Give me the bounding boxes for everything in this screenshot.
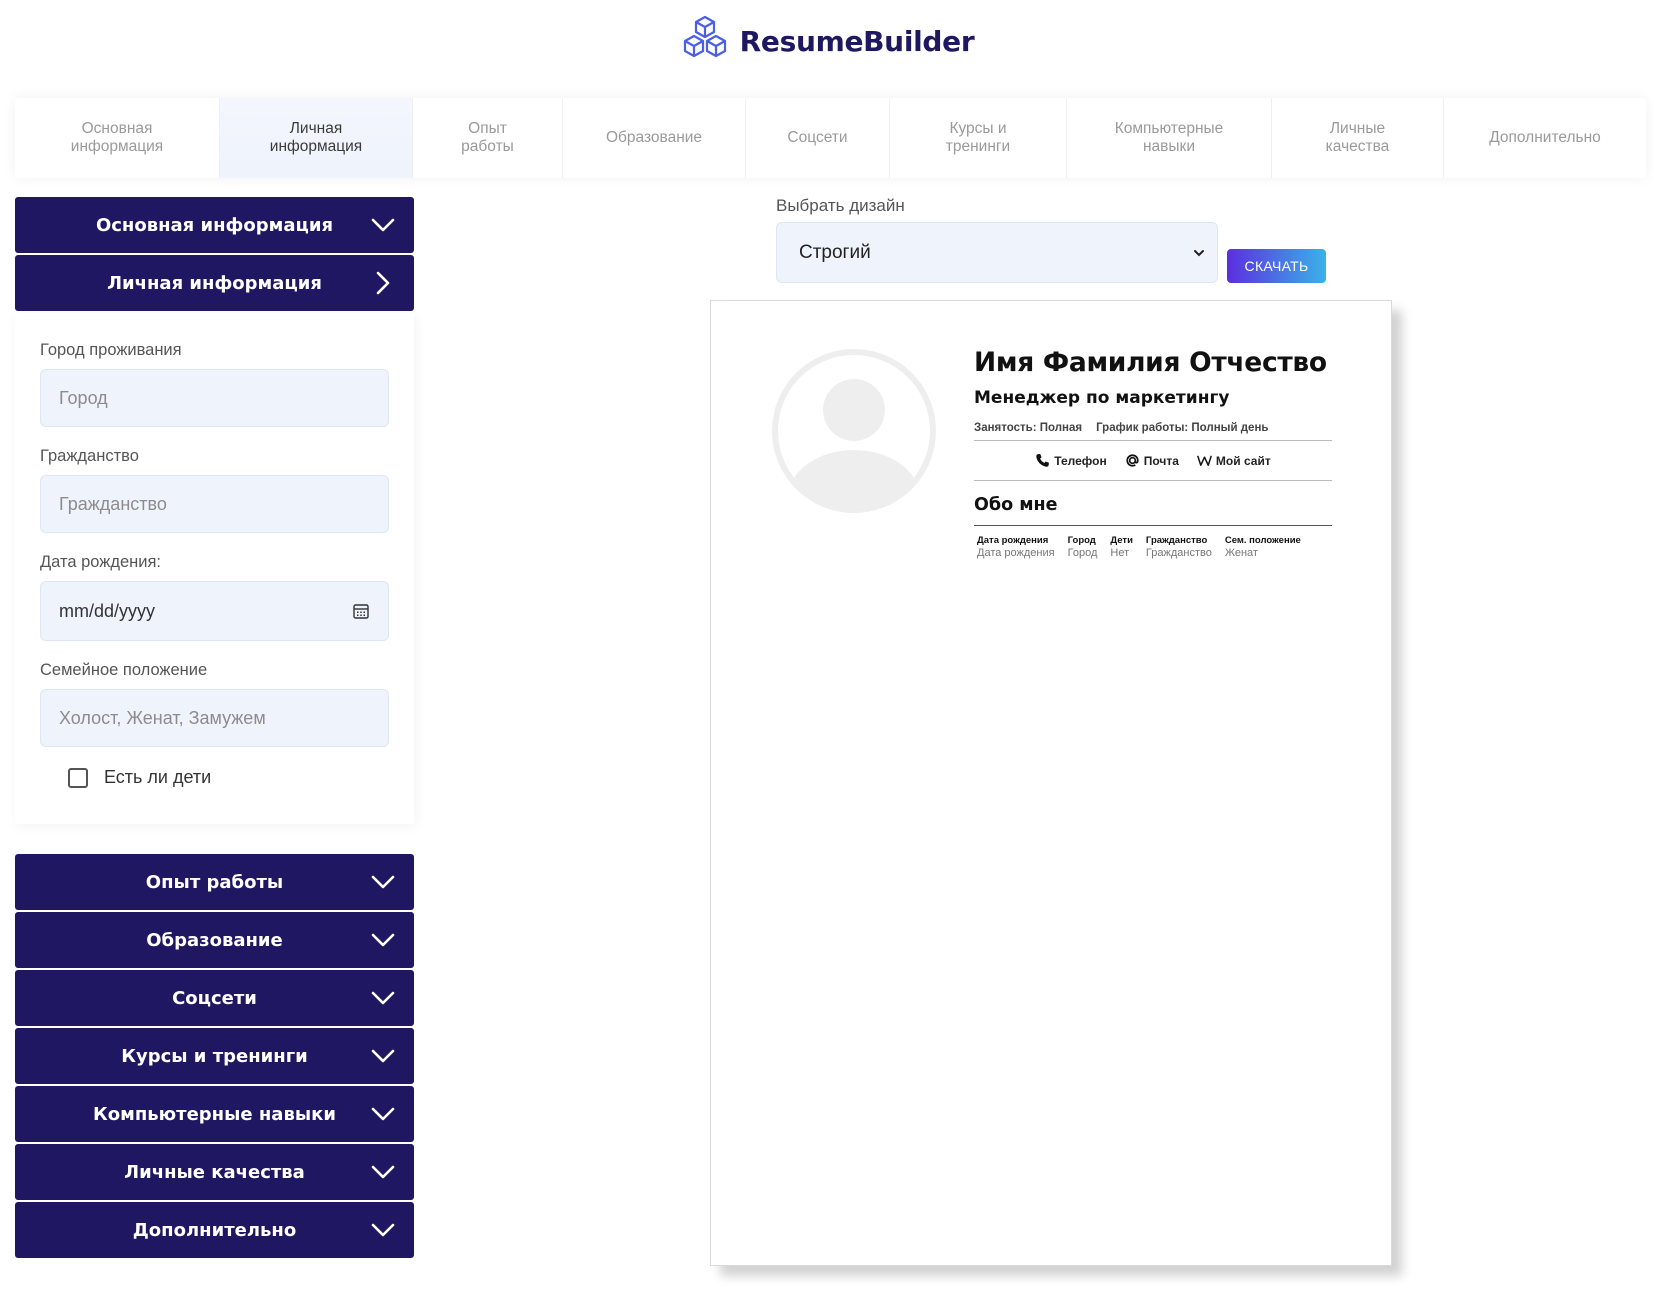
- table-header: Дети: [1110, 535, 1133, 546]
- resume-employment-row: Занятость: Полная График работы: Полный …: [974, 422, 1332, 441]
- accordion-basic-info[interactable]: Основная информация: [15, 197, 414, 253]
- accordion-work-experience[interactable]: Опыт работы: [15, 854, 414, 910]
- tab-additional[interactable]: Дополнительно: [1444, 98, 1646, 178]
- table-value: Дата рождения: [977, 547, 1055, 559]
- chevron-down-icon: [371, 1223, 395, 1237]
- contact-phone: Телефон: [1035, 453, 1107, 468]
- resume-position: Менеджер по маркетингу: [974, 388, 1230, 408]
- accordion-courses[interactable]: Курсы и тренинги: [15, 1028, 414, 1084]
- table-header: Гражданство: [1145, 535, 1208, 546]
- table-header: Дата рождения: [977, 535, 1049, 546]
- tab-courses[interactable]: Курсы и тренинги: [890, 98, 1067, 178]
- tab-work-experience[interactable]: Опыт работы: [413, 98, 563, 178]
- chevron-down-icon: [371, 1107, 395, 1121]
- accordion-social[interactable]: Соцсети: [15, 970, 414, 1026]
- resume-schedule: График работы: Полный день: [1096, 422, 1269, 434]
- avatar-placeholder-icon: [772, 349, 936, 513]
- table-value: Женат: [1224, 547, 1258, 559]
- accordion-label: Личные качества: [124, 1161, 305, 1183]
- chevron-down-icon: [371, 991, 395, 1005]
- table-column: Дети Нет: [1110, 535, 1133, 559]
- resume-name: Имя Фамилия Отчество: [974, 347, 1327, 378]
- app-header: ResumeBuilder: [0, 0, 1654, 82]
- table-value: Город: [1067, 547, 1098, 559]
- section-tabs: Основная информация Личная информация Оп…: [15, 98, 1646, 178]
- chevron-down-icon: [371, 933, 395, 947]
- tab-personal-qualities[interactable]: Личные качества: [1272, 98, 1444, 178]
- app-name: ResumeBuilder: [739, 24, 975, 58]
- table-column: Город Город: [1068, 535, 1098, 559]
- birthdate-value: mm/dd/yyyy: [59, 600, 156, 621]
- contact-site-label: Мой сайт: [1215, 453, 1271, 468]
- table-value: Нет: [1110, 547, 1130, 559]
- accordion-label: Опыт работы: [145, 871, 284, 893]
- accordion-computer-skills[interactable]: Компьютерные навыки: [15, 1086, 414, 1142]
- table-header: Сем. положение: [1224, 535, 1301, 546]
- table-column: Гражданство Гражданство: [1146, 535, 1212, 559]
- resume-personal-table: Дата рождения Дата рождения Город Город …: [974, 535, 1332, 559]
- birthdate-label: Дата рождения:: [40, 553, 161, 571]
- chevron-down-icon: [371, 218, 395, 232]
- phone-icon: [1036, 453, 1050, 467]
- accordion-label: Дополнительно: [132, 1219, 297, 1241]
- chevron-down-icon: [371, 1165, 395, 1179]
- table-header: Город: [1067, 535, 1096, 546]
- cubes-logo-icon: [680, 15, 730, 68]
- city-label: Город проживания: [40, 341, 182, 359]
- chevron-down-icon: [1194, 249, 1204, 256]
- accordion-label: Основная информация: [95, 214, 334, 236]
- citizenship-input[interactable]: Гражданство: [40, 475, 389, 533]
- birthdate-input[interactable]: mm/dd/yyyy: [40, 581, 389, 641]
- resume-employment: Занятость: Полная: [974, 422, 1083, 434]
- tab-social[interactable]: Соцсети: [746, 98, 890, 178]
- accordion-label: Компьютерные навыки: [93, 1103, 336, 1125]
- chevron-down-icon: [371, 875, 395, 889]
- accordion-personal-info[interactable]: Личная информация: [15, 255, 414, 311]
- contact-email-label: Почта: [1143, 453, 1179, 468]
- resume-contacts: Телефон Почта Мой сайт: [974, 441, 1332, 481]
- marital-label: Семейное положение: [40, 661, 208, 679]
- personal-info-panel: Город проживания Город Гражданство Гражд…: [15, 313, 414, 824]
- children-checkbox[interactable]: [68, 767, 88, 788]
- contact-phone-label: Телефон: [1054, 453, 1107, 468]
- logo[interactable]: ResumeBuilder: [680, 15, 975, 68]
- contact-email: Почта: [1125, 453, 1179, 468]
- accordion-additional[interactable]: Дополнительно: [15, 1202, 414, 1258]
- resume-about-title: Обо мне: [974, 495, 1332, 526]
- accordion-label: Образование: [146, 929, 283, 951]
- download-button[interactable]: СКАЧАТЬ: [1227, 249, 1326, 283]
- tab-education[interactable]: Образование: [563, 98, 746, 178]
- table-value: Гражданство: [1145, 547, 1212, 559]
- resume-preview: Имя Фамилия Отчество Менеджер по маркети…: [710, 300, 1392, 1266]
- table-column: Сем. положение Женат: [1225, 535, 1301, 559]
- chevron-right-icon: [376, 271, 390, 295]
- accordion-education[interactable]: Образование: [15, 912, 414, 968]
- accordion-label: Курсы и тренинги: [121, 1045, 308, 1067]
- table-column: Дата рождения Дата рождения: [977, 535, 1055, 559]
- design-select-value: Строгий: [799, 241, 871, 263]
- chevron-down-icon: [371, 1049, 395, 1063]
- w-site-icon: [1196, 455, 1212, 466]
- design-select[interactable]: Строгий: [776, 222, 1218, 283]
- city-input[interactable]: Город: [40, 369, 389, 427]
- marital-input[interactable]: Холост, Женат, Замужем: [40, 689, 389, 747]
- tab-personal-info[interactable]: Личная информация: [220, 98, 413, 178]
- at-sign-icon: [1126, 454, 1139, 467]
- resume-info: Имя Фамилия Отчество Менеджер по маркети…: [974, 347, 1332, 559]
- design-select-label: Выбрать дизайн: [776, 196, 905, 215]
- accordion-label: Соцсети: [172, 987, 257, 1009]
- citizenship-label: Гражданство: [40, 447, 139, 465]
- tab-computer-skills[interactable]: Компьютерные навыки: [1067, 98, 1272, 178]
- accordion-personal-qualities[interactable]: Личные качества: [15, 1144, 414, 1200]
- contact-site: Мой сайт: [1196, 453, 1271, 468]
- sidebar: Основная информация Личная информация Го…: [15, 197, 414, 1260]
- children-checkbox-row[interactable]: Есть ли дети: [68, 767, 389, 788]
- accordion-label: Личная информация: [107, 272, 322, 294]
- tab-basic-info[interactable]: Основная информация: [15, 98, 220, 178]
- calendar-icon[interactable]: [352, 602, 370, 620]
- children-checkbox-label: Есть ли дети: [104, 767, 212, 787]
